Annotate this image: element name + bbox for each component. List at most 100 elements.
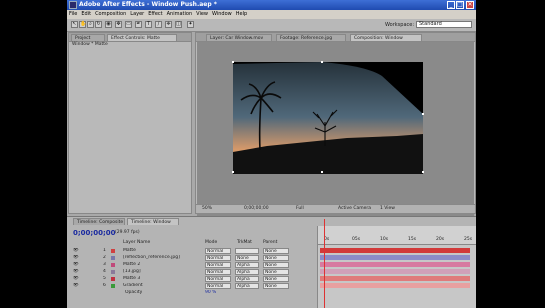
project-panel-tabs: Project Effect Controls: Matte [69,33,191,42]
brush-tool-icon[interactable]: ∕ [155,21,162,28]
opacity-label: Opacity [125,290,143,295]
menu-effect[interactable]: Effect [146,10,164,19]
layer-label-color[interactable] [111,277,115,281]
layer-parent-select[interactable]: None [263,255,289,261]
views-select[interactable]: 1 View [380,205,395,212]
tab-footage-reference[interactable]: Footage: Reference.jpg [276,34,346,41]
layer-name[interactable]: Matte 3 [123,276,201,282]
tab-composition-window[interactable]: Composition: Window [350,34,422,41]
layer-parent-select[interactable]: None [263,269,289,275]
layer-label-color[interactable] [111,249,115,253]
minimize-button[interactable]: _ [447,1,455,9]
column-layer-name[interactable]: Layer Name [123,239,150,246]
visibility-eye-icon[interactable]: 👁 [73,276,79,282]
column-trkmat[interactable]: TrkMat [237,239,252,246]
resolution-select[interactable]: Full [296,205,304,212]
layer-parent-select[interactable]: None [263,248,289,254]
layer-name[interactable]: Gradient [123,283,201,289]
layer-parent-select[interactable]: None [263,276,289,282]
layer-label-color[interactable] [111,256,115,260]
menu-composition[interactable]: Composition [93,10,128,19]
current-time-display[interactable]: 0;00;00;00 [73,229,116,237]
visibility-eye-icon[interactable]: 👁 [73,262,79,268]
tab-timeline-window[interactable]: Timeline: Window [127,218,179,225]
layer-name[interactable]: [reflection_reference.jpg] [123,255,201,261]
visibility-eye-icon[interactable]: 👁 [73,248,79,254]
layer-trkmat-select[interactable]: Alpha [235,269,259,275]
pen-tool-icon[interactable]: ✒ [135,21,142,28]
layer-mode-select[interactable]: Normal [205,269,231,275]
pan-behind-tool-icon[interactable]: ✥ [115,21,122,28]
timeline-panel: Timeline: Composite Timeline: Window 0;0… [67,216,476,308]
layer-trkmat-select[interactable]: None [235,255,259,261]
layer-trkmat-select[interactable]: Alpha [235,276,259,282]
puppet-pin-tool-icon[interactable]: ✦ [187,21,194,28]
text-tool-icon[interactable]: T [145,21,152,28]
layer-number: 3 [103,262,106,267]
viewer-timecode[interactable]: 0;00;00;00 [244,205,269,212]
ruler-tick-label: 10s [380,237,389,242]
selection-tool-icon[interactable]: ↖ [71,21,78,28]
menu-file[interactable]: File [67,10,79,19]
clone-stamp-tool-icon[interactable]: ⎈ [165,21,172,28]
layer-name[interactable]: [13.jpg] [123,269,201,275]
menu-edit[interactable]: Edit [79,10,93,19]
tab-layer-car-window[interactable]: Layer: Car Window.mov [206,34,272,41]
opacity-value[interactable]: 90 % [205,290,216,296]
column-mode[interactable]: Mode [205,239,217,246]
menu-view[interactable]: View [194,10,210,19]
viewer-status-bar: 50% 0;00;00;00 Full Active Camera 1 View [196,204,475,213]
visibility-eye-icon[interactable]: 👁 [73,255,79,261]
layer-mode-select[interactable]: Normal [205,255,231,261]
menu-window[interactable]: Window [210,10,234,19]
time-ruler[interactable]: 0s 05s 10s 15s 20s 25s [318,226,476,245]
layer-label-color[interactable] [111,263,115,267]
ruler-tick-label: 20s [436,237,445,242]
layer-name[interactable]: Matte [123,248,201,254]
project-panel: Project Effect Controls: Matte Window * … [68,32,192,214]
mask-tool-icon[interactable]: ▭ [125,21,132,28]
menu-layer[interactable]: Layer [128,10,146,19]
layer-duration-bar[interactable] [320,255,470,260]
visibility-eye-icon[interactable]: 👁 [73,269,79,275]
camera-tool-icon[interactable]: ◉ [105,21,112,28]
tab-project[interactable]: Project [71,34,105,41]
tab-effect-controls[interactable]: Effect Controls: Matte [107,34,177,41]
zoom-level[interactable]: 50% [202,205,212,212]
menu-help[interactable]: Help [234,10,249,19]
tab-timeline-composite[interactable]: Timeline: Composite [73,218,125,225]
layer-mode-select[interactable]: Normal [205,262,231,268]
layer-name[interactable]: Matte 2 [123,262,201,268]
layer-label-color[interactable] [111,270,115,274]
workspace-select[interactable]: Standard [416,21,472,28]
camera-select[interactable]: Active Camera [338,205,371,212]
hand-tool-icon[interactable]: ✋ [79,21,86,28]
layer-duration-bar[interactable] [320,276,470,281]
layer-duration-bar[interactable] [320,262,470,267]
layer-mode-select[interactable]: Normal [205,248,231,254]
visibility-eye-icon[interactable]: 👁 [73,283,79,289]
menu-animation[interactable]: Animation [165,10,195,19]
layer-parent-select[interactable]: None [263,283,289,289]
layer-number: 6 [103,283,106,288]
layer-duration-bar[interactable] [320,283,470,288]
layer-duration-bar[interactable] [320,269,470,274]
layer-trkmat-select[interactable]: Alpha [235,283,259,289]
layer-trkmat-select[interactable]: Alpha [235,262,259,268]
composition-panel: Layer: Car Window.mov Footage: Reference… [195,32,476,235]
layer-parent-select[interactable]: None [263,262,289,268]
layer-mode-select[interactable]: Normal [205,276,231,282]
timeline-graph-area[interactable]: 0s 05s 10s 15s 20s 25s [317,226,476,308]
current-time-indicator[interactable] [324,219,325,308]
layer-trkmat-select[interactable] [235,248,259,254]
eraser-tool-icon[interactable]: ◫ [175,21,182,28]
rotate-tool-icon[interactable]: ↻ [95,21,102,28]
layer-duration-bar[interactable] [320,248,470,253]
after-effects-window: Adobe After Effects - Window Push.aep * … [67,0,476,308]
layer-mode-select[interactable]: Normal [205,283,231,289]
close-button[interactable]: ✕ [466,1,474,9]
zoom-tool-icon[interactable]: ⌕ [87,21,94,28]
layer-label-color[interactable] [111,284,115,288]
maximize-button[interactable]: □ [456,1,464,9]
column-parent[interactable]: Parent [263,239,277,246]
